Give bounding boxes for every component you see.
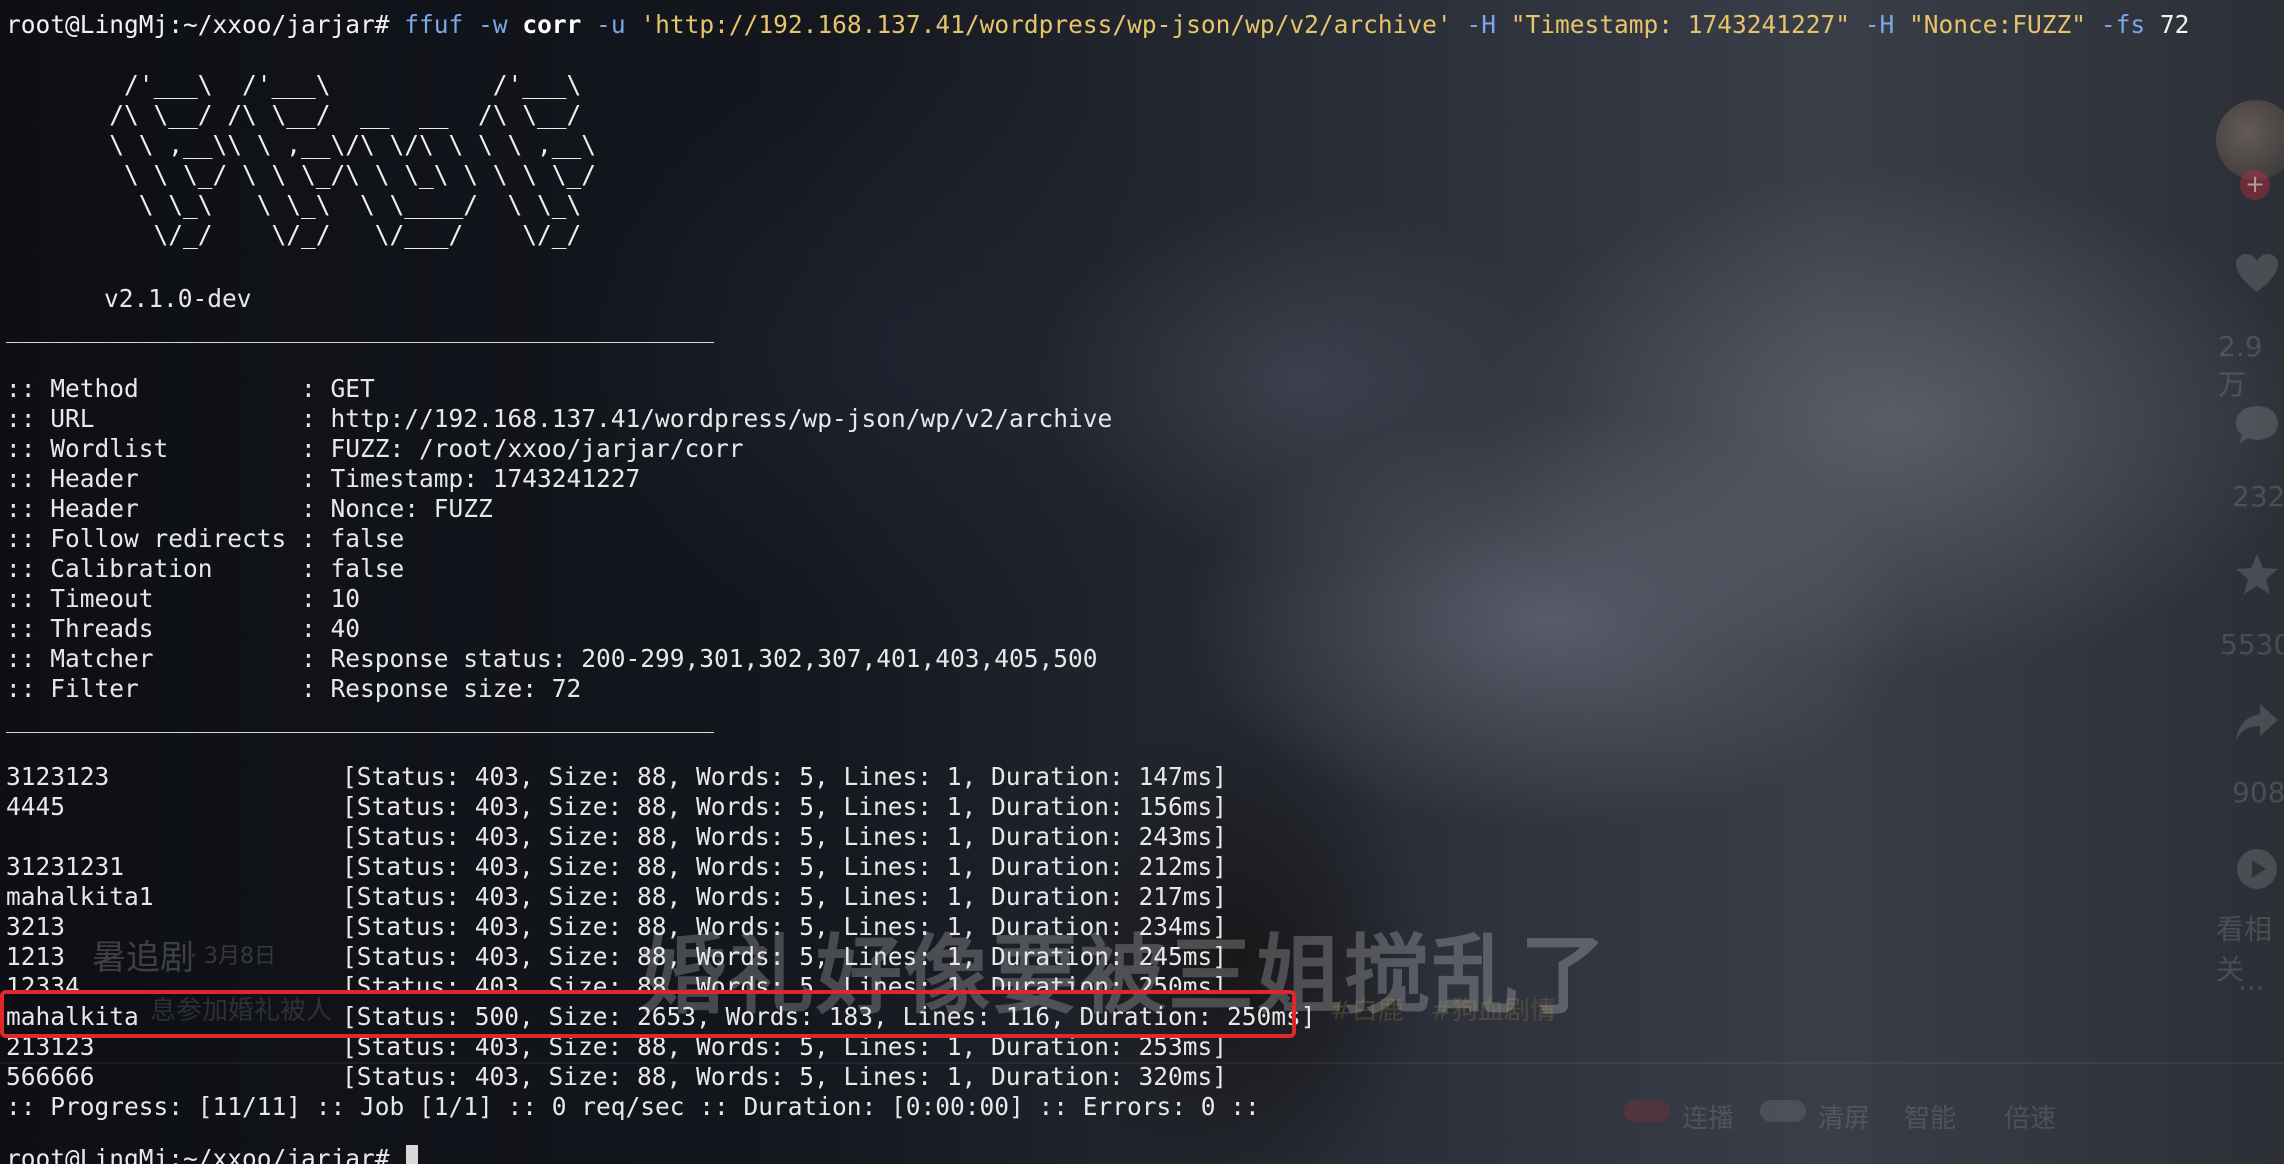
config-value: : GET	[301, 374, 375, 403]
command-header: "Timestamp: 1743241227"	[1510, 10, 1850, 39]
desktop-screen: 婚礼好像要被三姐搅乱了 暑追剧 · 3月8日 息参加婚礼被人 #白鹿 #狗血剧情…	[0, 0, 2284, 1164]
result-row: 3123123 [Status: 403, Size: 88, Words: 5,…	[6, 762, 1227, 792]
config-row: :: Wordlist : FUZZ: /root/xxoo/jarjar/co…	[6, 434, 744, 464]
config-key: :: Wordlist	[6, 434, 302, 463]
separator-line: ________________________________________…	[6, 704, 715, 733]
result-word: 1213	[6, 942, 66, 971]
terminal-window[interactable]: root@LingMj:~/xxoo/jarjar# ffuf -w corr …	[0, 0, 2284, 1164]
result-info: [Status: 403, Size: 88, Words: 5, Lines:…	[342, 882, 1228, 911]
config-value: : http://192.168.137.41/wordpress/wp-jso…	[301, 404, 1113, 433]
result-word: 12334	[6, 972, 80, 992]
config-row: :: Timeout : 10	[6, 584, 360, 614]
result-info: [Status: 403, Size: 88, Words: 5, Lines:…	[342, 972, 1228, 992]
result-row: 12334 [Status: 403, Size: 88, Words: 5, L…	[6, 972, 1227, 992]
config-key: :: Timeout	[6, 584, 302, 613]
result-word: 566666	[6, 1062, 95, 1091]
config-key: :: Calibration	[6, 554, 302, 583]
result-word: mahalkita1	[6, 882, 154, 911]
config-row: :: Method : GET	[6, 374, 375, 404]
highlight-box	[0, 990, 1296, 1038]
shell-prompt: root@LingMj:~/xxoo/jarjar#	[6, 1144, 390, 1164]
final-prompt-line[interactable]: root@LingMj:~/xxoo/jarjar#	[6, 1144, 419, 1164]
config-value: : 10	[301, 584, 361, 613]
command-line: root@LingMj:~/xxoo/jarjar# ffuf -w corr …	[6, 10, 2189, 40]
result-info: [Status: 403, Size: 88, Words: 5, Lines:…	[342, 912, 1228, 941]
config-value: : Response size: 72	[301, 674, 582, 703]
config-key: :: Threads	[6, 614, 302, 643]
config-row: :: Calibration : false	[6, 554, 404, 584]
result-row: [Status: 403, Size: 88, Words: 5, Lines:…	[6, 822, 1227, 852]
config-value: : 40	[301, 614, 361, 643]
result-word: 4445	[6, 792, 66, 821]
config-row: :: Header : Timestamp: 1743241227	[6, 464, 640, 494]
command-flag: -fs	[2100, 10, 2146, 39]
command-wordlist: corr	[522, 10, 582, 39]
command-program: ffuf	[404, 10, 464, 39]
result-row: 566666 [Status: 403, Size: 88, Words: 5, …	[6, 1062, 1227, 1092]
config-key: :: Method	[6, 374, 302, 403]
result-info: [Status: 403, Size: 88, Words: 5, Lines:…	[342, 792, 1228, 821]
command-flag: -u	[596, 10, 626, 39]
config-key: :: Follow redirects	[6, 524, 302, 553]
config-row: :: Header : Nonce: FUZZ	[6, 494, 493, 524]
config-row: :: Threads : 40	[6, 614, 360, 644]
result-info: [Status: 403, Size: 88, Words: 5, Lines:…	[342, 822, 1228, 851]
result-row: 3213 [Status: 403, Size: 88, Words: 5, Li…	[6, 912, 1227, 942]
text-cursor	[406, 1145, 419, 1164]
progress-line: :: Progress: [11/11] :: Job [1/1] :: 0 r…	[6, 1092, 1260, 1121]
config-key: :: Filter	[6, 674, 302, 703]
command-flag: -H	[1864, 10, 1895, 39]
config-key: :: URL	[6, 404, 302, 433]
result-word: 31231231	[6, 852, 125, 881]
result-row: 4445 [Status: 403, Size: 88, Words: 5, Li…	[6, 792, 1227, 822]
result-word: 3213	[6, 912, 66, 941]
command-header: "Nonce:FUZZ"	[1909, 10, 2087, 39]
result-info: [Status: 403, Size: 88, Words: 5, Lines:…	[342, 762, 1228, 791]
config-key: :: Matcher	[6, 644, 302, 673]
result-row: mahalkita1 [Status: 403, Size: 88, Words:…	[6, 882, 1227, 912]
banner-art-line: \/_/ \/_/ \/___/ \/_/	[6, 220, 685, 249]
command-filter-size: 72	[2159, 10, 2190, 39]
config-row: :: URL : http://192.168.137.41/wordpress…	[6, 404, 1112, 434]
config-value: : Nonce: FUZZ	[301, 494, 493, 523]
config-row: :: Filter : Response size: 72	[6, 674, 581, 704]
config-value: : false	[301, 554, 405, 583]
config-row: :: Matcher : Response status: 200-299,30…	[6, 644, 1098, 674]
banner-art-line: \ \ ,__\\ \ ,__\/\ \/\ \ \ \ ,__\	[6, 130, 685, 159]
banner-art-line: \ \ \_/ \ \ \_/\ \ \_\ \ \ \ \_/	[6, 160, 685, 189]
command-flag: -w	[478, 10, 508, 39]
result-info: [Status: 403, Size: 88, Words: 5, Lines:…	[342, 1062, 1228, 1091]
config-row: :: Follow redirects : false	[6, 524, 404, 554]
config-value: : false	[301, 524, 405, 553]
result-info: [Status: 403, Size: 88, Words: 5, Lines:…	[342, 942, 1228, 971]
result-word: 3123123	[6, 762, 110, 791]
result-row: 31231231 [Status: 403, Size: 88, Words: 5…	[6, 852, 1227, 882]
banner-art-line: \ \_\ \ \_\ \ \____/ \ \_\	[6, 190, 685, 219]
config-key: :: Header	[6, 464, 302, 493]
config-value: : Response status: 200-299,301,302,307,4…	[301, 644, 1098, 673]
config-value: : FUZZ: /root/xxoo/jarjar/corr	[301, 434, 744, 463]
command-flag: -H	[1466, 10, 1496, 39]
result-info: [Status: 403, Size: 88, Words: 5, Lines:…	[342, 852, 1228, 881]
separator-line: ________________________________________…	[6, 314, 715, 343]
result-row: 1213 [Status: 403, Size: 88, Words: 5, Li…	[6, 942, 1227, 972]
banner-art-line: /'___\ /'___\ /'___\	[6, 70, 685, 99]
config-value: : Timestamp: 1743241227	[301, 464, 641, 493]
shell-prompt: root@LingMj:~/xxoo/jarjar#	[6, 10, 390, 39]
banner-art-line: /\ \__/ /\ \__/ __ __ /\ \__/	[6, 100, 685, 129]
ffuf-version: v2.1.0-dev	[104, 284, 252, 313]
command-url: 'http://192.168.137.41/wordpress/wp-json…	[640, 10, 1452, 39]
config-key: :: Header	[6, 494, 302, 523]
